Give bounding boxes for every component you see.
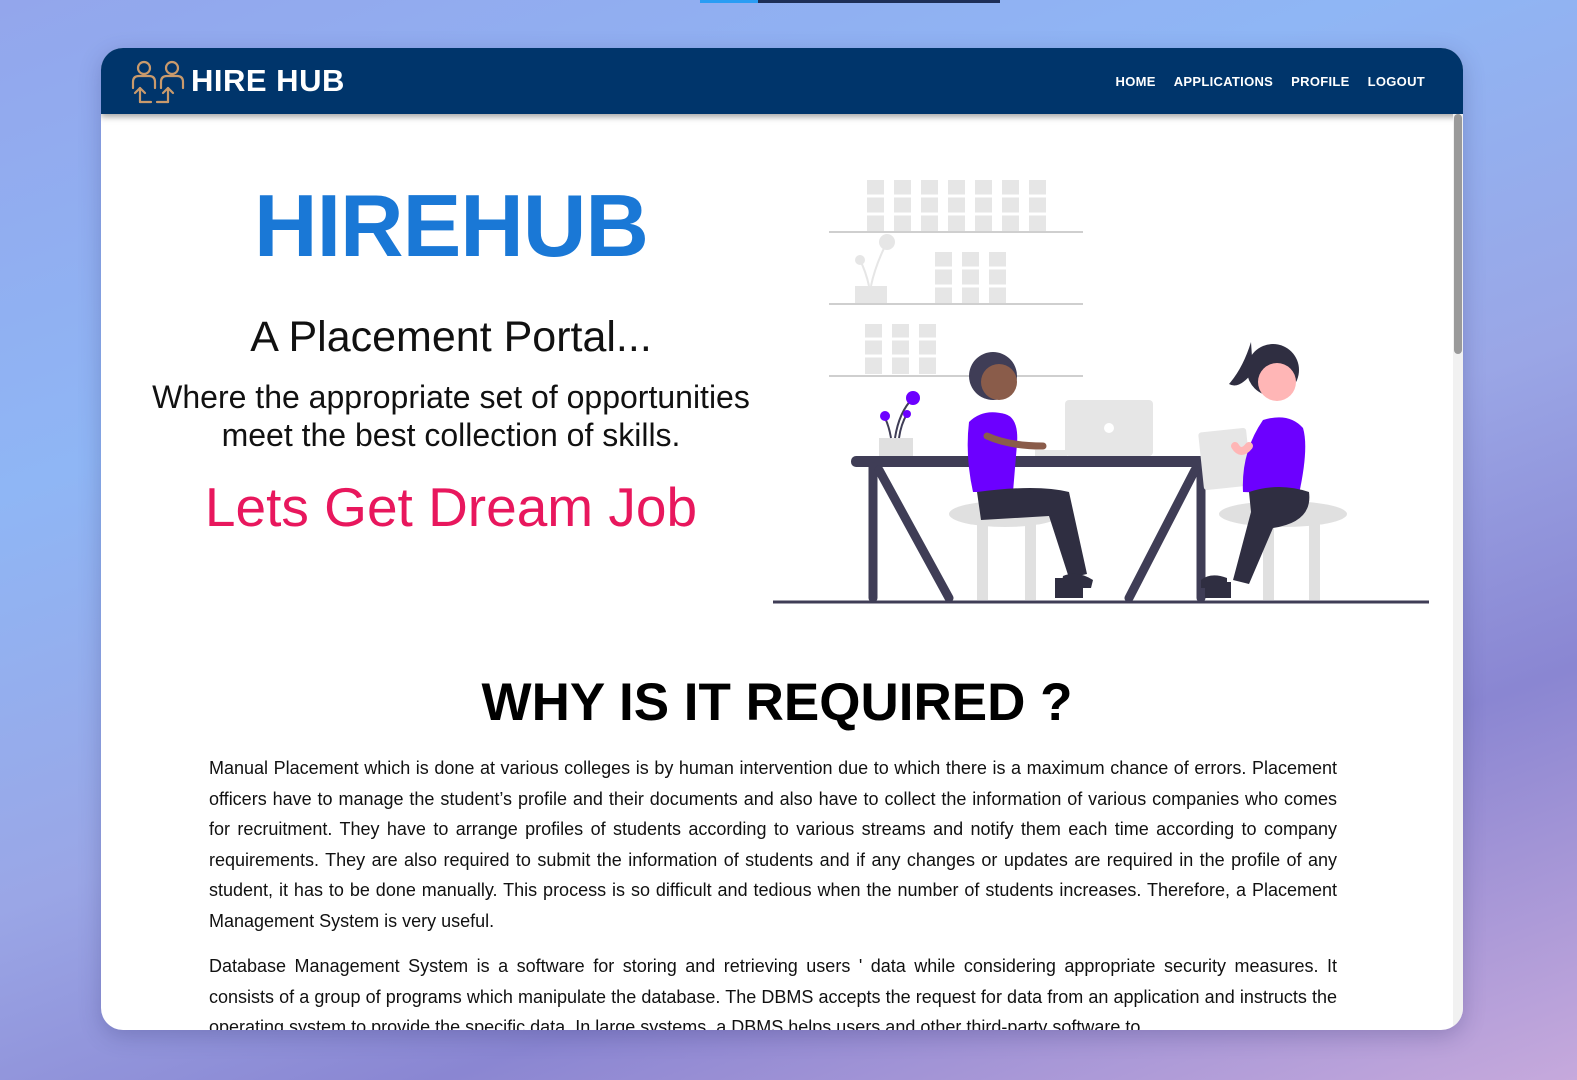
nav-profile[interactable]: PROFILE bbox=[1291, 74, 1349, 89]
hero-subtitle: A Placement Portal... bbox=[250, 312, 652, 361]
nav-home[interactable]: HOME bbox=[1116, 74, 1156, 89]
hero: HIREHUB A Placement Portal... Where the … bbox=[121, 176, 781, 539]
people-arrows-icon bbox=[131, 60, 185, 104]
nav-applications[interactable]: APPLICATIONS bbox=[1174, 74, 1273, 89]
section-title: WHY IS IT REQUIRED ? bbox=[481, 673, 1073, 732]
nav-links: HOME APPLICATIONS PROFILE LOGOUT bbox=[1116, 74, 1425, 89]
scrollbar-thumb[interactable] bbox=[1454, 114, 1462, 354]
section-paragraph: Database Management System is a software… bbox=[209, 956, 1337, 1030]
navbar: HIRE HUB HOME APPLICATIONS PROFILE LOGOU… bbox=[101, 48, 1463, 114]
top-progress-strip bbox=[700, 0, 1000, 3]
browser-window: HIRE HUB HOME APPLICATIONS PROFILE LOGOU… bbox=[101, 48, 1463, 1030]
scrollbar[interactable] bbox=[1453, 114, 1463, 1030]
section-paragraph: Manual Placement which is done at variou… bbox=[209, 758, 1337, 931]
nav-logout[interactable]: LOGOUT bbox=[1368, 74, 1425, 89]
hero-cta: Lets Get Dream Job bbox=[204, 475, 698, 538]
hero-title: HIREHUB bbox=[254, 176, 649, 275]
hero-description: Where the appropriate set of opportuniti… bbox=[152, 378, 750, 454]
brand[interactable]: HIRE HUB bbox=[129, 56, 345, 106]
brand-name: HIRE HUB bbox=[191, 63, 345, 98]
two-people-working-at-desk-illustration bbox=[773, 180, 1429, 604]
